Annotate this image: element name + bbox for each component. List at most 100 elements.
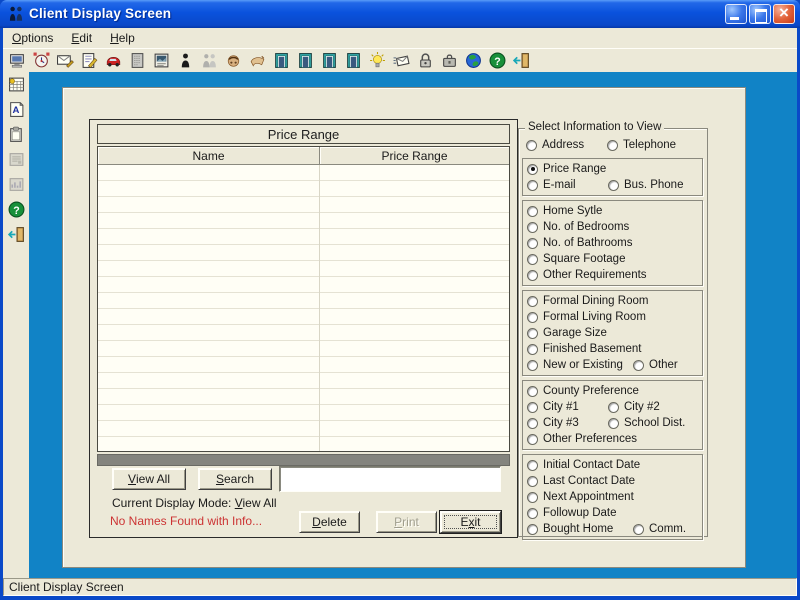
close-button[interactable] [773, 4, 795, 24]
radio-address[interactable]: Address [526, 137, 584, 153]
radio-button[interactable] [633, 360, 644, 371]
radio-button[interactable] [527, 206, 538, 217]
radio-last-contact-date[interactable]: Last Contact Date [527, 473, 635, 489]
calendar-icon[interactable] [6, 75, 26, 94]
letter-a-icon[interactable]: A [6, 100, 26, 119]
trash-doc-icon[interactable] [125, 50, 149, 72]
radio-button[interactable] [527, 508, 538, 519]
chart-gray-icon[interactable] [6, 175, 26, 194]
radio-no-of-bathrooms[interactable]: No. of Bathrooms [527, 235, 632, 251]
radio-other-requirements[interactable]: Other Requirements [527, 267, 647, 283]
search-button[interactable]: Search [198, 468, 272, 490]
person-icon[interactable] [173, 50, 197, 72]
padlock-icon[interactable] [413, 50, 437, 72]
radio-button[interactable] [608, 418, 619, 429]
view-all-button[interactable]: View All [112, 468, 186, 490]
radio-button[interactable] [527, 238, 538, 249]
radio-button[interactable] [608, 402, 619, 413]
bulb-icon[interactable] [365, 50, 389, 72]
column-header-name[interactable]: Name [98, 147, 320, 165]
door-icon[interactable] [293, 50, 317, 72]
radio-new-or-existing[interactable]: New or Existing [527, 357, 623, 373]
radio-finished-basement[interactable]: Finished Basement [527, 341, 641, 357]
exit-button[interactable]: Exit [440, 511, 501, 533]
help-icon[interactable]: ? [6, 200, 26, 219]
radio-button[interactable] [526, 140, 537, 151]
radio-button[interactable] [527, 524, 538, 535]
radio-next-appointment[interactable]: Next Appointment [527, 489, 634, 505]
radio-garage-size[interactable]: Garage Size [527, 325, 607, 341]
radio-price-range[interactable]: Price Range [527, 161, 606, 177]
car-icon[interactable] [101, 50, 125, 72]
radio-button[interactable] [608, 180, 619, 191]
horizontal-scrollbar[interactable] [97, 454, 510, 466]
help-icon[interactable]: ? [485, 50, 509, 72]
phone-hand-icon[interactable] [221, 50, 245, 72]
radio-city-1[interactable]: City #1 [527, 399, 579, 415]
radio-bought-home[interactable]: Bought Home [527, 521, 613, 537]
pour-hand-icon[interactable] [245, 50, 269, 72]
menu-edit[interactable]: Edit [62, 29, 101, 47]
radio-county-preference[interactable]: County Preference [527, 383, 639, 399]
radio-button[interactable] [607, 140, 618, 151]
radio-button[interactable] [633, 524, 644, 535]
radio-button[interactable] [527, 402, 538, 413]
radio-button[interactable] [527, 476, 538, 487]
computer-icon[interactable] [5, 50, 29, 72]
radio-button[interactable] [527, 270, 538, 281]
search-input[interactable] [279, 466, 501, 492]
door-icon[interactable] [341, 50, 365, 72]
radio-other-preferences[interactable]: Other Preferences [527, 431, 637, 447]
minimize-button[interactable] [725, 4, 747, 24]
radio-button[interactable] [527, 254, 538, 265]
radio-comm[interactable]: Comm. [633, 521, 686, 537]
radio-followup-date[interactable]: Followup Date [527, 505, 617, 521]
maximize-button[interactable] [749, 4, 771, 24]
globe-icon[interactable] [461, 50, 485, 72]
menu-options[interactable]: Options [3, 29, 62, 47]
clock-icon[interactable] [29, 50, 53, 72]
radio-button[interactable] [527, 360, 538, 371]
radio-home-sytle[interactable]: Home Sytle [527, 203, 602, 219]
people-gray-icon[interactable] [197, 50, 221, 72]
radio-button[interactable] [527, 386, 538, 397]
radio-city-2[interactable]: City #2 [608, 399, 660, 415]
radio-button[interactable] [527, 180, 538, 191]
radio-button[interactable] [527, 296, 538, 307]
case-lock-icon[interactable] [437, 50, 461, 72]
radio-button[interactable] [527, 418, 538, 429]
radio-formal-living-room[interactable]: Formal Living Room [527, 309, 646, 325]
clipboard-icon[interactable] [6, 125, 26, 144]
print-button[interactable]: Print [376, 511, 437, 533]
radio-button[interactable] [527, 492, 538, 503]
mail-pen-icon[interactable] [53, 50, 77, 72]
table-body[interactable] [98, 165, 509, 451]
menu-help[interactable]: Help [101, 29, 144, 47]
radio-initial-contact-date[interactable]: Initial Contact Date [527, 457, 640, 473]
radio-other[interactable]: Other [633, 357, 678, 373]
radio-button-selected[interactable] [527, 164, 538, 175]
note-pen-icon[interactable] [77, 50, 101, 72]
send-mail-icon[interactable] [389, 50, 413, 72]
radio-square-footage[interactable]: Square Footage [527, 251, 625, 267]
delete-button[interactable]: Delete [299, 511, 360, 533]
radio-button[interactable] [527, 222, 538, 233]
radio-telephone[interactable]: Telephone [607, 137, 676, 153]
radio-button[interactable] [527, 312, 538, 323]
radio-button[interactable] [527, 434, 538, 445]
door-icon[interactable] [269, 50, 293, 72]
photo-doc-icon[interactable] [149, 50, 173, 72]
radio-button[interactable] [527, 344, 538, 355]
radio-e-mail[interactable]: E-mail [527, 177, 576, 193]
radio-button[interactable] [527, 328, 538, 339]
door-icon[interactable] [317, 50, 341, 72]
column-header-price-range[interactable]: Price Range [320, 147, 509, 165]
exit-door-icon[interactable] [6, 225, 26, 244]
radio-school-dist[interactable]: School Dist. [608, 415, 685, 431]
radio-bus-phone[interactable]: Bus. Phone [608, 177, 683, 193]
report-gray-icon[interactable] [6, 150, 26, 169]
radio-no-of-bedrooms[interactable]: No. of Bedrooms [527, 219, 629, 235]
radio-formal-dining-room[interactable]: Formal Dining Room [527, 293, 648, 309]
radio-city-3[interactable]: City #3 [527, 415, 579, 431]
radio-button[interactable] [527, 460, 538, 471]
